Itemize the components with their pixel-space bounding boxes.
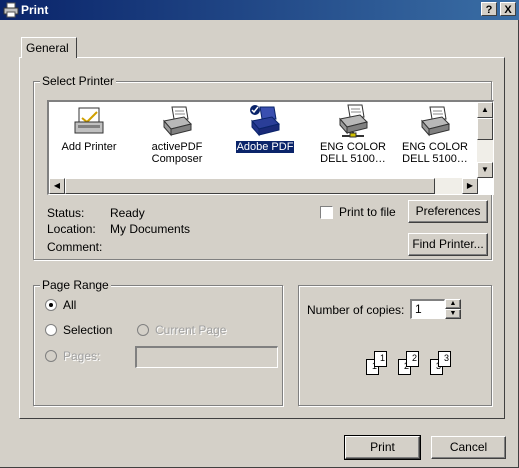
cancel-button[interactable]: Cancel <box>431 436 506 459</box>
page-range-legend: Page Range <box>40 278 111 292</box>
collate-illustration: 1 1 2 2 3 3 <box>361 346 471 386</box>
selection-radio-label[interactable]: Selection <box>63 323 112 337</box>
printer-item-adobe-pdf[interactable]: Adobe PDF <box>225 104 305 168</box>
collate-page-icon: 1 <box>374 351 387 367</box>
printer-icon <box>418 104 452 138</box>
pages-radio[interactable] <box>45 350 57 362</box>
copies-input[interactable]: 1 <box>410 299 445 319</box>
print-to-file-checkbox[interactable] <box>320 206 333 219</box>
printer-item-eng-color-dell-1[interactable]: ENG COLOR DELL 5100… <box>313 104 393 168</box>
number-of-copies-label: Number of copies: <box>307 303 405 317</box>
scroll-left-arrow-icon[interactable]: ◀ <box>49 178 65 194</box>
tab-general[interactable]: General <box>21 37 77 58</box>
radio-dot-icon <box>49 303 53 307</box>
status-value: Ready <box>110 206 145 220</box>
window-title: Print <box>21 3 49 17</box>
scroll-down-arrow-icon[interactable]: ▼ <box>477 162 493 178</box>
collate-page-icon: 2 <box>406 351 419 367</box>
general-tab-panel: Select Printer Add Printer activePDF Com… <box>19 57 505 419</box>
comment-label: Comment: <box>47 240 103 254</box>
vertical-scroll-thumb[interactable] <box>477 118 493 140</box>
printer-icon <box>3 2 19 18</box>
printer-icon <box>160 104 194 138</box>
spin-up-arrow-icon[interactable]: ▲ <box>445 299 461 309</box>
location-label: Location: <box>47 222 96 236</box>
printer-list-vertical-scrollbar[interactable]: ▲ ▼ <box>477 102 493 178</box>
network-printer-icon <box>336 104 370 138</box>
location-value: My Documents <box>110 222 191 236</box>
all-radio-label[interactable]: All <box>63 298 76 312</box>
scroll-right-arrow-icon[interactable]: ▶ <box>462 178 478 194</box>
print-dialog: Print ? X General Select Printer Add Pri… <box>0 0 519 468</box>
title-bar[interactable]: Print ? X <box>0 0 519 20</box>
copies-spinner[interactable]: ▲ ▼ <box>445 299 461 319</box>
printer-item-add-printer[interactable]: Add Printer <box>49 104 129 168</box>
add-printer-icon <box>72 104 106 138</box>
printer-list[interactable]: Add Printer activePDF Composer Adobe PDF… <box>47 100 494 195</box>
printer-item-activepdf-composer[interactable]: activePDF Composer <box>137 104 217 168</box>
print-to-file-label[interactable]: Print to file <box>339 205 396 219</box>
close-button[interactable]: X <box>500 2 516 16</box>
default-printer-icon <box>248 104 282 138</box>
spin-down-arrow-icon[interactable]: ▼ <box>445 309 461 319</box>
pages-radio-label[interactable]: Pages: <box>63 349 100 363</box>
help-button[interactable]: ? <box>481 2 497 16</box>
select-printer-group: Select Printer Add Printer activePDF Com… <box>33 74 494 260</box>
preferences-button[interactable]: Preferences <box>408 200 488 223</box>
pages-input[interactable] <box>135 346 278 368</box>
current-page-radio-label[interactable]: Current Page <box>155 323 226 337</box>
page-range-group: Page Range All Selection Current Page Pa… <box>33 278 283 406</box>
collate-page-icon: 3 <box>438 351 451 367</box>
printer-list-horizontal-scrollbar[interactable]: ◀ ▶ <box>49 178 478 194</box>
scroll-up-arrow-icon[interactable]: ▲ <box>477 102 493 118</box>
current-page-radio[interactable] <box>137 324 149 336</box>
select-printer-legend: Select Printer <box>40 74 117 88</box>
find-printer-button[interactable]: Find Printer... <box>408 233 488 256</box>
status-label: Status: <box>47 206 85 220</box>
horizontal-scroll-thumb[interactable] <box>65 178 435 194</box>
selection-radio[interactable] <box>45 324 57 336</box>
all-radio[interactable] <box>45 299 57 311</box>
copies-group: Number of copies: 1 ▲ ▼ 1 1 2 2 3 3 <box>298 285 492 406</box>
print-button[interactable]: Print <box>344 435 421 460</box>
printer-item-eng-color-dell-2[interactable]: ENG COLOR DELL 5100… <box>395 104 475 168</box>
